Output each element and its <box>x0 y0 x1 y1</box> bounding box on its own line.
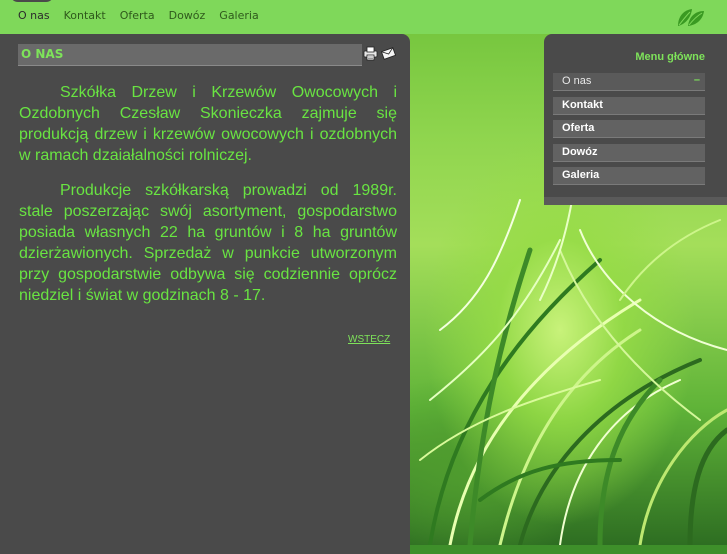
menu-footer-bar <box>544 197 727 205</box>
menu-item-o-nas[interactable]: O nas – <box>553 73 705 91</box>
back-link[interactable]: WSTECZ <box>348 334 390 345</box>
page-title: O NAS <box>21 47 64 61</box>
active-tab-indicator <box>10 0 54 2</box>
menu-item-oferta[interactable]: Oferta <box>553 120 705 138</box>
menu-item-label: Dowóz <box>562 145 598 158</box>
nav-item-galeria[interactable]: Galeria <box>219 9 258 22</box>
menu-item-label: Galeria <box>562 169 600 181</box>
main-menu-list: O nas – Kontakt Oferta Dowóz Galeria <box>553 73 705 191</box>
menu-title: Menu główne <box>635 51 705 63</box>
active-marker: – <box>693 74 700 86</box>
nav-item-o-nas[interactable]: O nas <box>18 9 50 22</box>
content-header: O NAS <box>18 44 362 66</box>
paragraph-intro: Szkółka Drzew i Krzewów Owocowych i Ozdo… <box>19 84 397 164</box>
menu-item-label: Kontakt <box>562 98 603 111</box>
nav-item-oferta[interactable]: Oferta <box>120 9 155 22</box>
top-navigation-bar: O nas Kontakt Oferta Dowóz Galeria <box>0 0 727 34</box>
nav-item-kontakt[interactable]: Kontakt <box>64 9 106 22</box>
paragraph-production: Produkcje szkółkarską prowadzi od 1989r.… <box>19 182 397 304</box>
menu-item-dowoz[interactable]: Dowóz <box>553 143 705 162</box>
top-nav-list: O nas Kontakt Oferta Dowóz Galeria <box>18 9 273 22</box>
menu-item-galeria[interactable]: Galeria <box>553 167 705 185</box>
menu-item-label: Oferta <box>562 122 595 134</box>
article-text: Szkółka Drzew i Krzewów Owocowych i Ozdo… <box>19 82 397 320</box>
menu-item-label: O nas <box>562 75 592 87</box>
main-content-panel: O NAS Szkółka Drzew i Krzewów Owocowych … <box>0 34 410 554</box>
print-icon[interactable] <box>363 46 378 61</box>
nav-item-dowoz[interactable]: Dowóz <box>169 9 206 22</box>
menu-item-kontakt[interactable]: Kontakt <box>553 96 705 115</box>
leaf-logo-icon <box>678 9 704 26</box>
main-menu-panel: Menu główne O nas – Kontakt Oferta Dowóz… <box>544 34 727 197</box>
email-icon[interactable] <box>381 46 396 61</box>
